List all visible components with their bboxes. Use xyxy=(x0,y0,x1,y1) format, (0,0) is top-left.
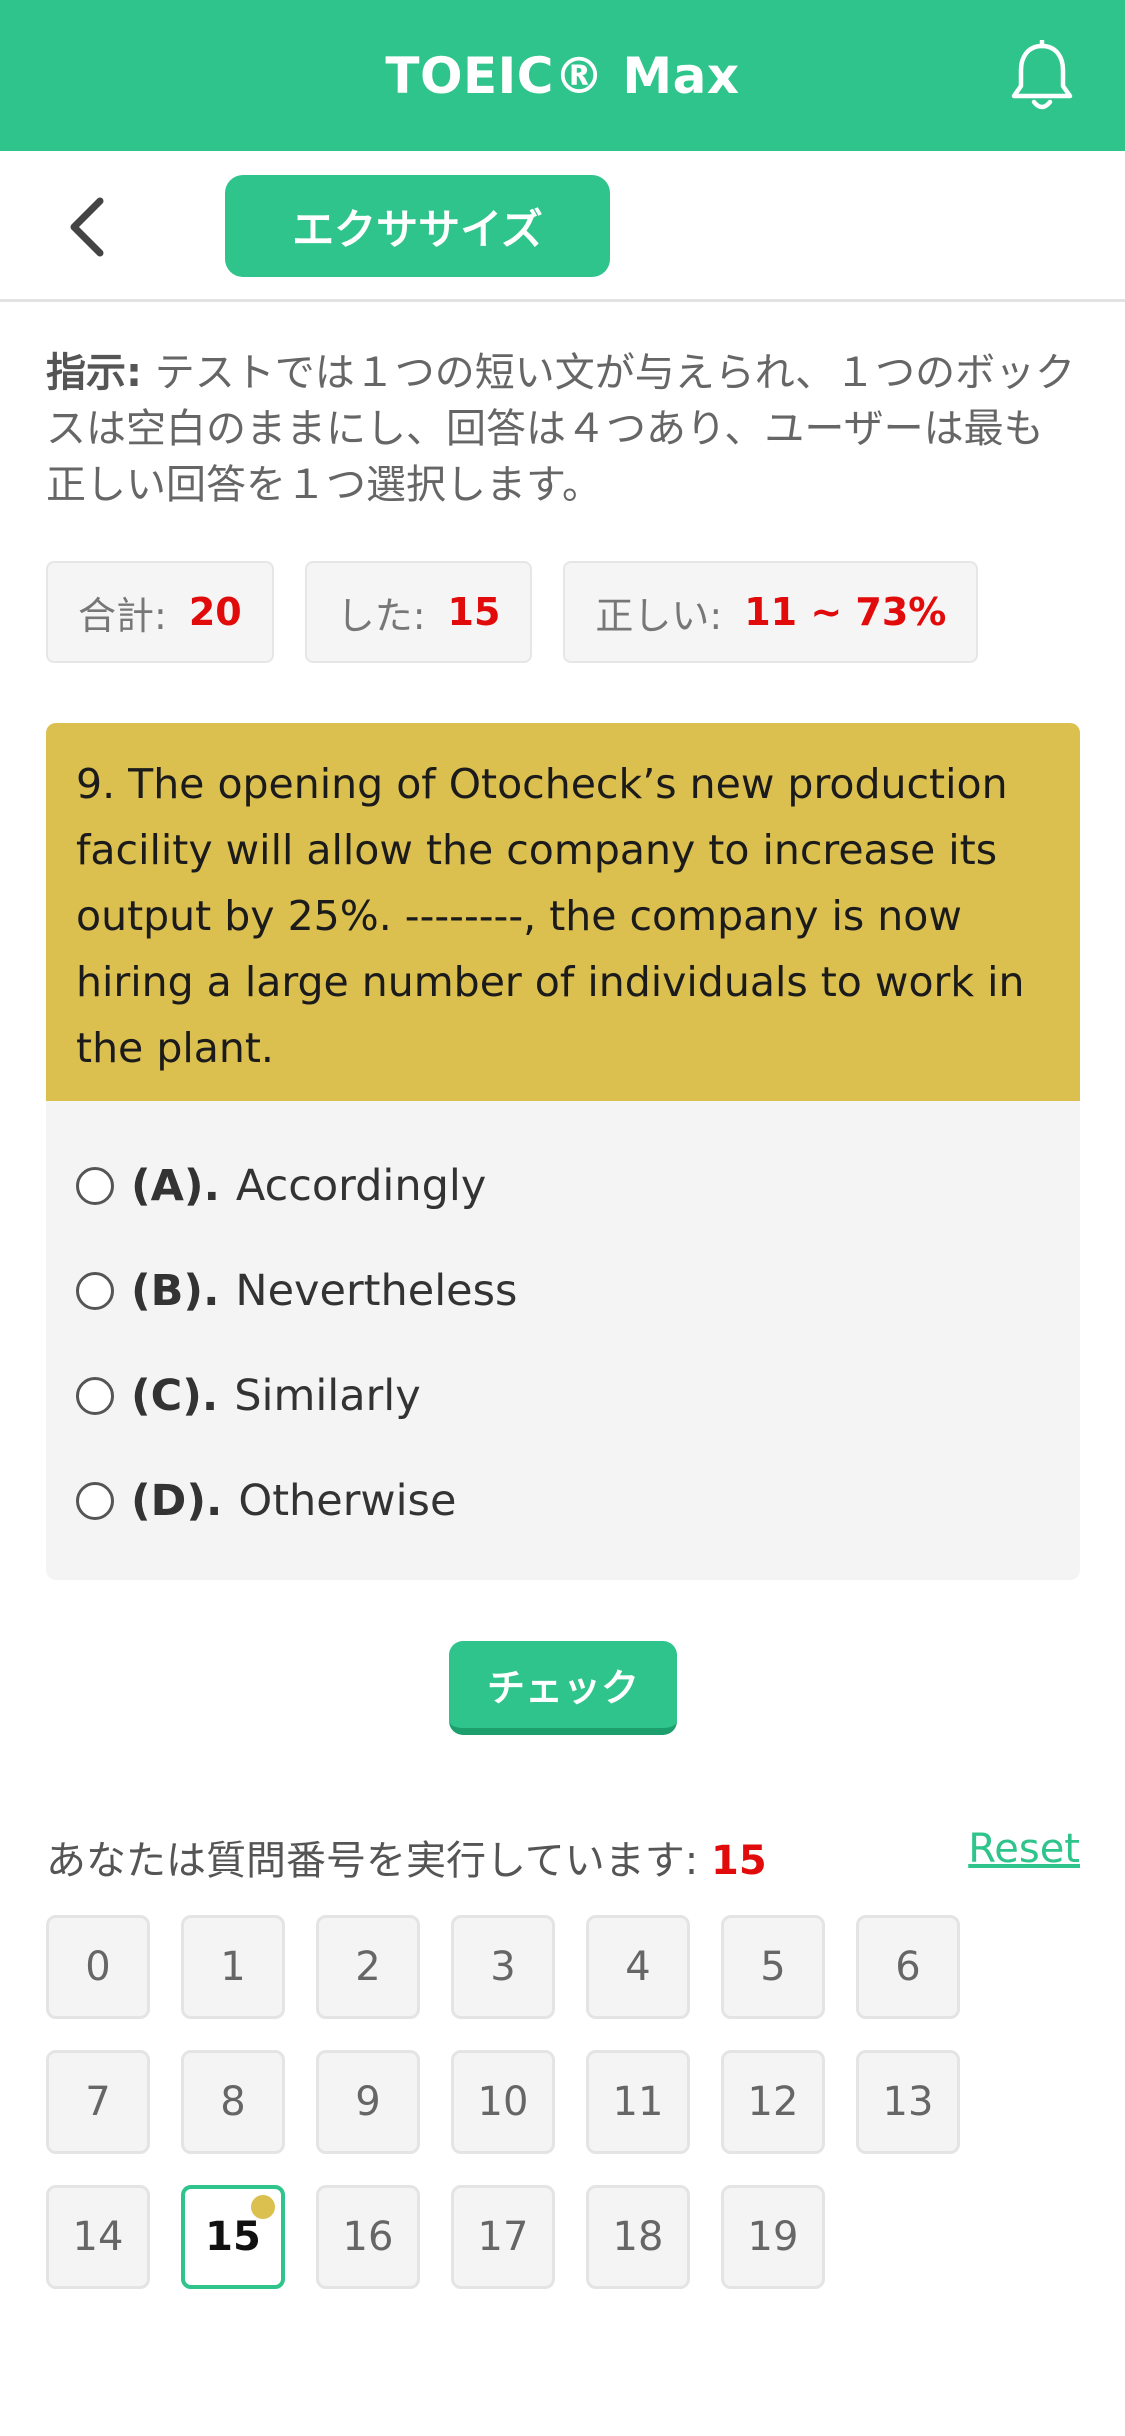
stat-done: した: 15 xyxy=(304,561,533,663)
question-number-button-current[interactable]: 15 xyxy=(181,2185,285,2289)
question-number-button[interactable]: 16 xyxy=(316,2185,420,2289)
stat-correct: 正しい: 11 ~ 73% xyxy=(563,561,979,663)
question-number-button[interactable]: 19 xyxy=(721,2185,825,2289)
question-number-button[interactable]: 9 xyxy=(316,2050,420,2154)
option-label: (C). xyxy=(131,1370,219,1421)
question-number-button[interactable]: 8 xyxy=(181,2050,285,2154)
answer-options: (A). Accordingly (B). Nevertheless (C). … xyxy=(46,1101,1080,1553)
instructions-text: テストでは１つの短い文が与えられ、１つのボックスは空白のままにし、回答は４つあり… xyxy=(46,350,1076,508)
question-number-button[interactable]: 17 xyxy=(451,2185,555,2289)
stat-total-label: 合計: xyxy=(78,593,167,638)
app-title: TOEIC® Max xyxy=(385,46,740,105)
question-number-button[interactable]: 10 xyxy=(451,2050,555,2154)
question-number-button[interactable]: 6 xyxy=(856,1915,960,2019)
option-text: Nevertheless xyxy=(235,1265,518,1316)
option-b[interactable]: (B). Nevertheless xyxy=(46,1238,1080,1343)
stat-correct-label: 正しい: xyxy=(595,593,723,638)
stat-total: 合計: 20 xyxy=(46,561,274,663)
instructions-label: 指示: xyxy=(46,350,142,396)
question-text: 9. The opening of Otocheck’s new product… xyxy=(46,723,1080,1101)
sub-navigation-bar: エクササイズ xyxy=(0,151,1125,302)
option-c[interactable]: (C). Similarly xyxy=(46,1343,1080,1448)
tab-exercise[interactable]: エクササイズ xyxy=(225,175,610,277)
instructions: 指示: テストでは１つの短い文が与えられ、１つのボックスは空白のままにし、回答は… xyxy=(46,345,1076,513)
radio-button[interactable] xyxy=(76,1166,114,1205)
question-number-label: 15 xyxy=(205,2214,261,2260)
reset-link[interactable]: Reset xyxy=(968,1826,1080,1872)
question-number-button[interactable]: 12 xyxy=(721,2050,825,2154)
question-number-button[interactable]: 18 xyxy=(586,2185,690,2289)
check-button[interactable]: チェック xyxy=(449,1641,677,1735)
back-chevron-icon[interactable] xyxy=(62,195,118,259)
option-text: Similarly xyxy=(234,1370,421,1421)
question-number-button[interactable]: 13 xyxy=(856,2050,960,2154)
option-d[interactable]: (D). Otherwise xyxy=(46,1448,1080,1553)
stat-done-value: 15 xyxy=(447,590,501,634)
question-number-button[interactable]: 7 xyxy=(46,2050,150,2154)
option-label: (B). xyxy=(131,1265,220,1316)
option-text: Accordingly xyxy=(235,1160,487,1211)
question-number-button[interactable]: 11 xyxy=(586,2050,690,2154)
current-question-label: あなたは質問番号を実行しています: 15 xyxy=(46,1828,767,1886)
question-card: 9. The opening of Otocheck’s new product… xyxy=(46,723,1080,1580)
option-label: (A). xyxy=(131,1160,220,1211)
app-header: TOEIC® Max xyxy=(0,0,1125,151)
question-number-button[interactable]: 0 xyxy=(46,1915,150,2019)
stat-total-value: 20 xyxy=(188,590,242,634)
question-number-grid: 0 1 2 3 4 5 6 7 8 9 10 11 12 13 14 15 16… xyxy=(46,1915,1006,2289)
option-text: Otherwise xyxy=(238,1475,457,1526)
radio-button[interactable] xyxy=(76,1271,114,1310)
current-question-number: 15 xyxy=(711,1838,767,1884)
stat-done-label: した: xyxy=(336,593,426,638)
question-number-button[interactable]: 3 xyxy=(451,1915,555,2019)
option-a[interactable]: (A). Accordingly xyxy=(46,1133,1080,1238)
stats-row: 合計: 20 した: 15 正しい: 11 ~ 73% xyxy=(46,561,979,663)
option-label: (D). xyxy=(131,1475,223,1526)
question-number-button[interactable]: 2 xyxy=(316,1915,420,2019)
bell-icon[interactable] xyxy=(1009,40,1075,112)
current-indicator-dot xyxy=(251,2195,275,2219)
radio-button[interactable] xyxy=(76,1376,114,1415)
question-number-button[interactable]: 14 xyxy=(46,2185,150,2289)
current-question-text: あなたは質問番号を実行しています: xyxy=(46,1838,711,1884)
question-number-button[interactable]: 5 xyxy=(721,1915,825,2019)
question-number-button[interactable]: 4 xyxy=(586,1915,690,2019)
stat-correct-value: 11 ~ 73% xyxy=(744,590,947,634)
question-number-button[interactable]: 1 xyxy=(181,1915,285,2019)
radio-button[interactable] xyxy=(76,1481,114,1520)
